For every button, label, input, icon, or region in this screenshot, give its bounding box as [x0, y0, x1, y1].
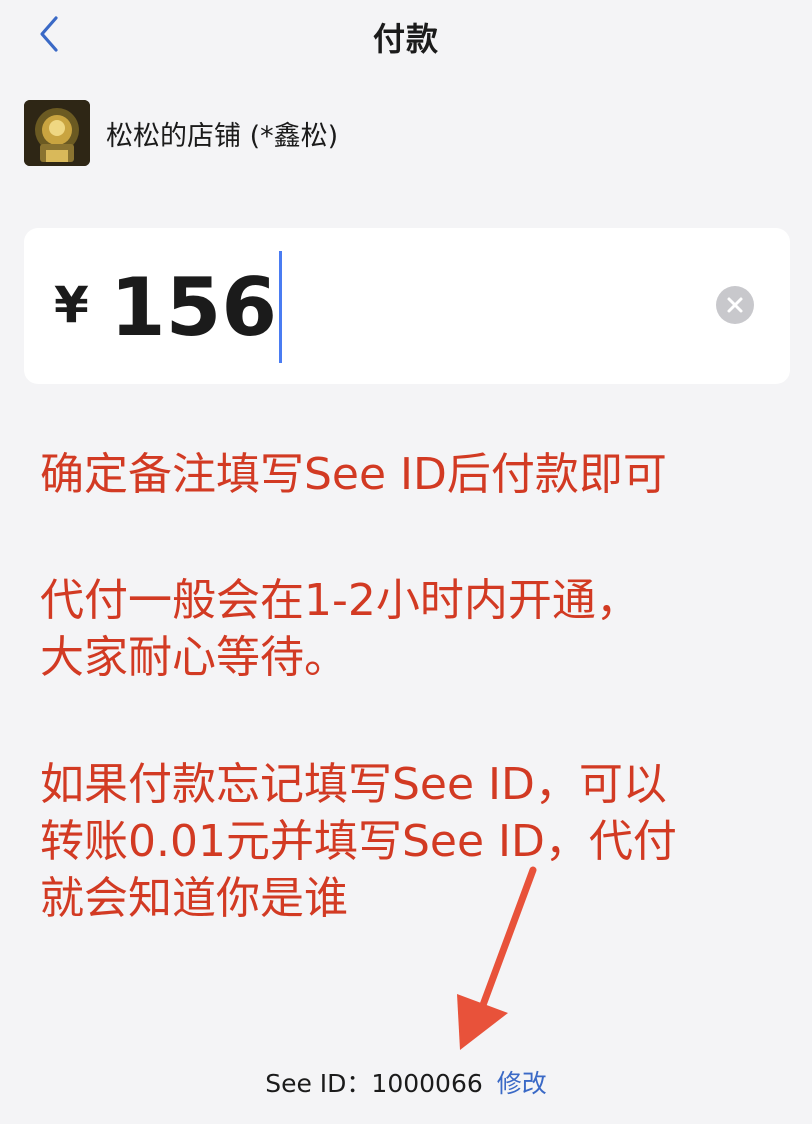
notice-line: 就会知道你是谁	[40, 873, 348, 924]
merchant-info: 松松的店铺 (*鑫松)	[24, 100, 338, 166]
see-id-footer: See ID：1000066 修改	[0, 1064, 812, 1100]
merchant-name: 松松的店铺 (*鑫松)	[106, 120, 339, 152]
merchant-avatar	[24, 100, 90, 166]
modify-link[interactable]: 修改	[497, 1069, 547, 1098]
clear-circle-icon	[727, 297, 743, 313]
see-id-value: 1000066	[371, 1069, 483, 1098]
notice-activation-time: 代付一般会在1-2小时内开通， 大家耐心等待。	[40, 572, 800, 686]
notice-remark: 确定备注填写See ID后付款即可	[40, 446, 800, 503]
notice-line: 转账0.01元并填写See ID，代付	[40, 816, 677, 867]
nav-bar: 付款	[0, 0, 812, 72]
notice-forgot-id: 如果付款忘记填写See ID，可以 转账0.01元并填写See ID，代付 就会…	[40, 756, 800, 927]
currency-symbol: ¥	[54, 276, 89, 334]
clear-amount-button[interactable]	[716, 286, 754, 324]
text-caret	[279, 251, 282, 363]
page-title: 付款	[372, 20, 439, 58]
amount-value: 156	[110, 260, 277, 354]
notice-line: 代付一般会在1-2小时内开通，	[40, 575, 640, 626]
see-id-label: See ID：	[265, 1069, 372, 1098]
notice-line: 确定备注填写See ID后付款即可	[40, 449, 667, 500]
notice-line: 如果付款忘记填写See ID，可以	[40, 759, 667, 810]
amount-input[interactable]: 156	[110, 251, 282, 363]
amount-card: ¥ 156	[24, 228, 790, 384]
notice-line: 大家耐心等待。	[40, 632, 348, 683]
arrow-annotation	[457, 866, 537, 1050]
